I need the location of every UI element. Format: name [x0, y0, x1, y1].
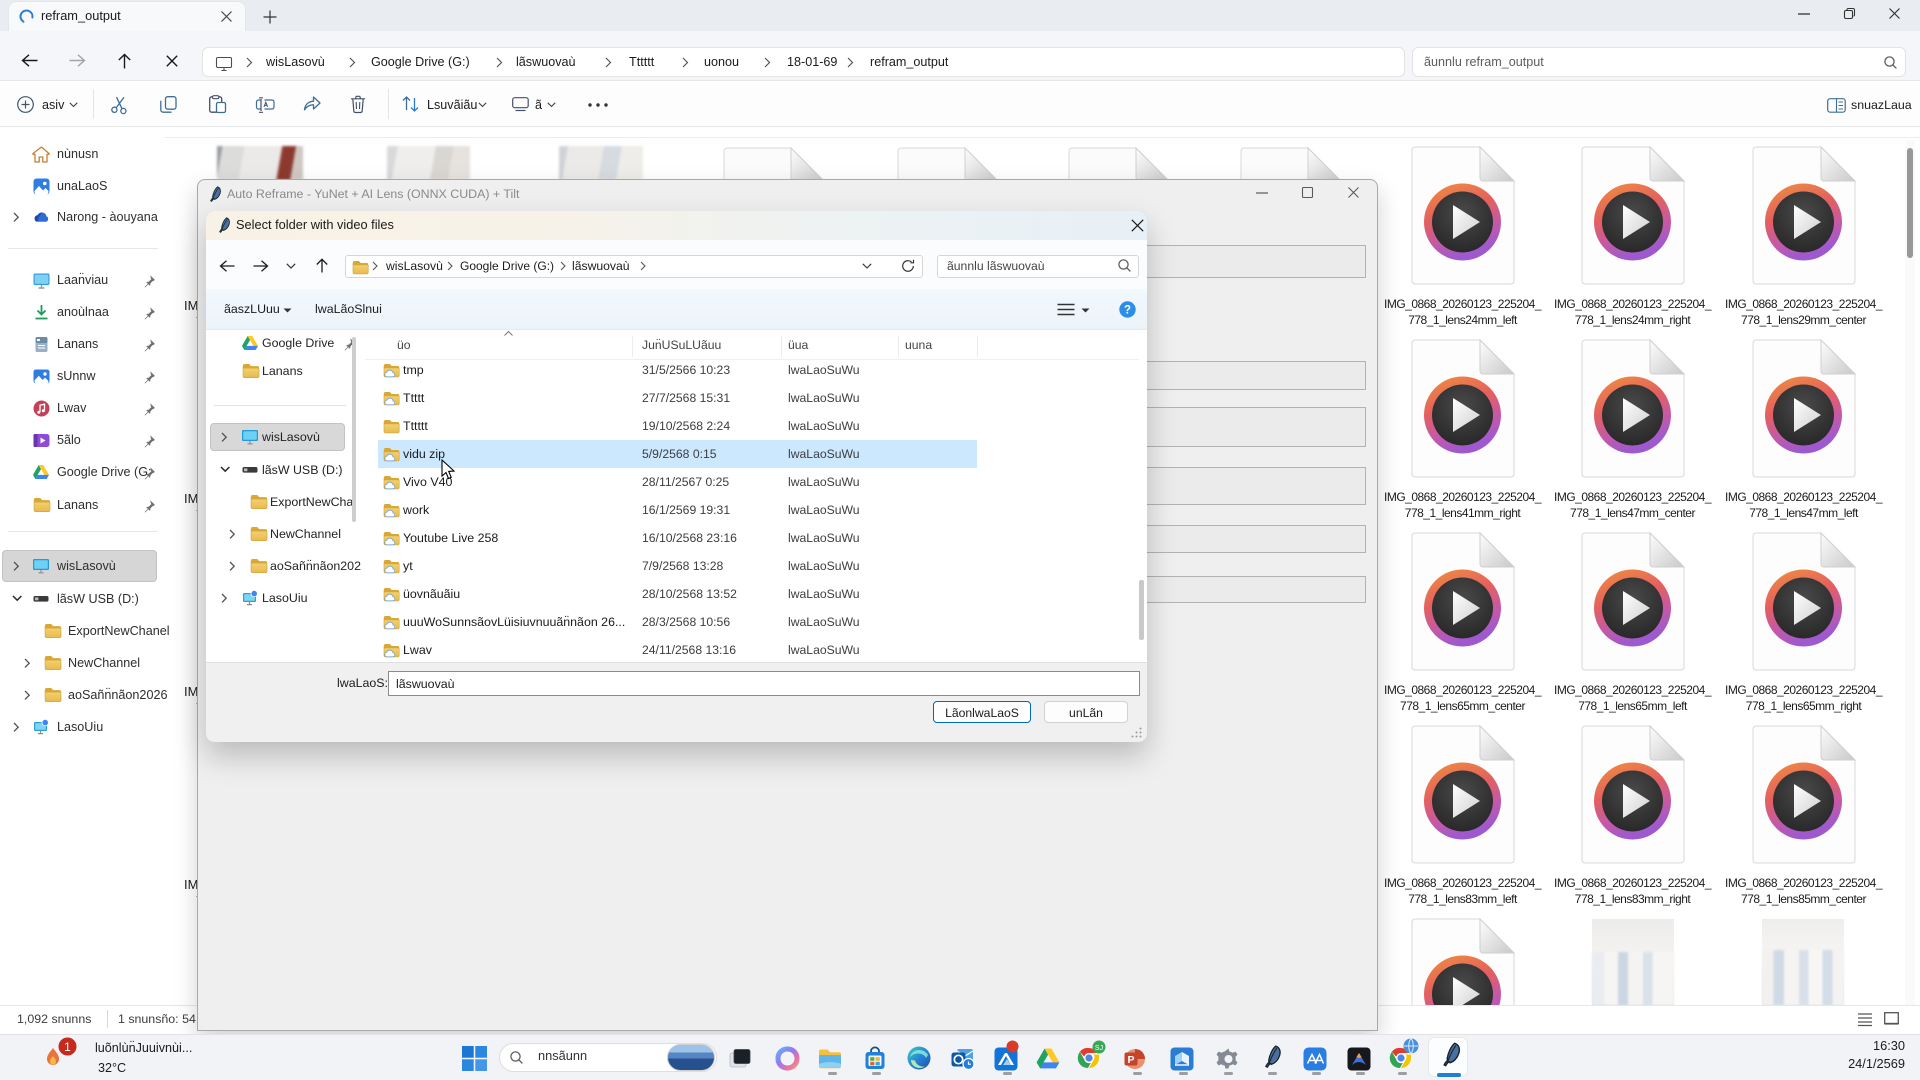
svg-text:P: P: [1127, 1054, 1134, 1066]
svg-text:1: 1: [64, 1040, 71, 1054]
svg-text:SJ: SJ: [1095, 1045, 1103, 1052]
svg-text:?: ?: [1124, 305, 1131, 317]
